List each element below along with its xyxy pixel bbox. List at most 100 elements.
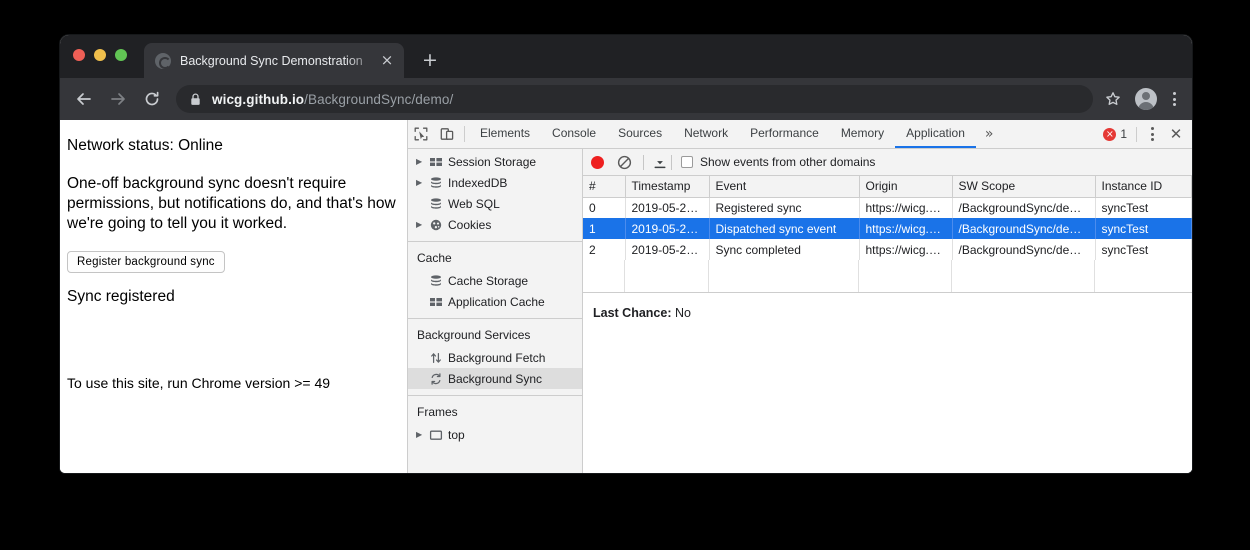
sidebar-item-cache-storage[interactable]: ▶ Cache Storage: [408, 270, 582, 291]
browser-menu-icon[interactable]: [1166, 92, 1182, 106]
spacer: [67, 273, 397, 287]
error-badge[interactable]: × 1: [1103, 127, 1127, 141]
sidebar-item-cookies[interactable]: ▶ Cookies: [408, 214, 582, 235]
table-row[interactable]: 2 2019-05-2… Sync completed https://wicg…: [583, 239, 1192, 260]
tab-sources[interactable]: Sources: [607, 120, 673, 148]
tab-application[interactable]: Application: [895, 120, 976, 148]
device-toolbar-icon[interactable]: [434, 120, 460, 148]
register-background-sync-button[interactable]: Register background sync: [67, 251, 225, 273]
divider: [464, 126, 465, 142]
cookie-icon: [429, 218, 448, 232]
navigation-bar: wicg.github.io/BackgroundSync/demo/: [60, 78, 1192, 120]
browser-window: Background Sync Demonstration × + wicg.g…: [60, 35, 1192, 473]
table-row[interactable]: 0 2019-05-2… Registered sync https://wic…: [583, 197, 1192, 218]
tab-memory[interactable]: Memory: [830, 120, 895, 148]
column-header-sw-scope[interactable]: SW Scope: [952, 176, 1095, 197]
application-sidebar: ▶ Session Storage ▶ IndexedDB: [408, 149, 583, 473]
chrome-version-footnote: To use this site, run Chrome version >= …: [67, 373, 397, 393]
cell-sw-scope: /BackgroundSync/de…: [952, 197, 1095, 218]
tab-network[interactable]: Network: [673, 120, 739, 148]
maximize-window-button[interactable]: [115, 49, 127, 61]
tab-title: Background Sync Demonstration: [180, 54, 379, 68]
browser-tab[interactable]: Background Sync Demonstration ×: [144, 43, 404, 78]
page-description: One-off background sync doesn't require …: [67, 174, 397, 234]
tab-console[interactable]: Console: [541, 120, 607, 148]
column-header-timestamp[interactable]: Timestamp: [625, 176, 709, 197]
globe-icon: [155, 53, 171, 69]
close-icon[interactable]: ×: [379, 53, 395, 69]
sidebar-item-indexeddb[interactable]: ▶ IndexedDB: [408, 172, 582, 193]
last-chance-label: Last Chance:: [593, 306, 672, 320]
sidebar-item-background-sync[interactable]: ▶ Background Sync: [408, 368, 582, 389]
record-button[interactable]: [591, 156, 604, 169]
devtools-panel: Elements Console Sources Network Perform…: [408, 120, 1192, 473]
inspect-element-icon[interactable]: [408, 120, 434, 148]
table-header: # Timestamp Event Origin SW Scope Instan…: [583, 176, 1192, 197]
divider: [671, 155, 672, 170]
error-count: 1: [1120, 127, 1127, 141]
chevron-placeholder-icon: ▶: [416, 353, 429, 362]
address-bar[interactable]: wicg.github.io/BackgroundSync/demo/: [176, 85, 1093, 113]
tab-strip: Background Sync Demonstration × +: [60, 35, 1192, 78]
sidebar-item-label: Cache Storage: [448, 274, 528, 288]
bookmark-star-icon[interactable]: [1101, 87, 1125, 111]
chevron-right-icon[interactable]: ▶: [416, 178, 429, 187]
table-row[interactable]: 1 2019-05-2… Dispatched sync event https…: [583, 218, 1192, 239]
close-window-button[interactable]: [73, 49, 85, 61]
url-path: /BackgroundSync/demo/: [304, 92, 453, 107]
devtools-menu-icon[interactable]: [1145, 127, 1159, 141]
sidebar-item-background-fetch[interactable]: ▶ Background Fetch: [408, 347, 582, 368]
url-text: wicg.github.io/BackgroundSync/demo/: [212, 92, 453, 107]
cell-origin: https://wicg.…: [859, 239, 952, 260]
cell-event: Sync completed: [709, 239, 859, 260]
column-header-index[interactable]: #: [583, 176, 625, 197]
more-tabs-icon[interactable]: »: [976, 120, 1003, 148]
show-other-domains-checkbox[interactable]: [681, 156, 693, 168]
chevron-right-icon[interactable]: ▶: [416, 220, 429, 229]
sync-refresh-icon: [429, 372, 448, 386]
sidebar-item-label: Session Storage: [448, 155, 536, 169]
avatar[interactable]: [1135, 88, 1157, 110]
new-tab-button[interactable]: +: [420, 51, 440, 71]
cell-instance-id: syncTest: [1095, 239, 1192, 260]
sidebar-item-session-storage[interactable]: ▶ Session Storage: [408, 151, 582, 172]
network-status-text: Network status: Online: [67, 136, 397, 156]
sidebar-section-background-services: Background Services: [408, 323, 582, 347]
back-arrow-icon[interactable]: [70, 85, 98, 113]
cell-origin: https://wicg.…: [859, 197, 952, 218]
show-other-domains-label: Show events from other domains: [700, 155, 875, 169]
divider: [408, 395, 582, 396]
sidebar-item-application-cache[interactable]: ▶ Application Cache: [408, 291, 582, 312]
column-header-event[interactable]: Event: [709, 176, 859, 197]
minimize-window-button[interactable]: [94, 49, 106, 61]
cell-index: 0: [583, 197, 625, 218]
database-icon: [429, 274, 448, 288]
forward-arrow-icon[interactable]: [104, 85, 132, 113]
last-chance-value: No: [675, 306, 691, 320]
table-header-row: # Timestamp Event Origin SW Scope Instan…: [583, 176, 1192, 197]
sidebar-section-cache: Cache: [408, 246, 582, 270]
column-header-origin[interactable]: Origin: [859, 176, 952, 197]
cell-instance-id: syncTest: [1095, 197, 1192, 218]
tab-elements[interactable]: Elements: [469, 120, 541, 148]
sidebar-item-web-sql[interactable]: ▶ Web SQL: [408, 193, 582, 214]
background-sync-events-table: # Timestamp Event Origin SW Scope Instan…: [583, 176, 1192, 260]
download-icon[interactable]: [653, 155, 667, 170]
cell-event: Dispatched sync event: [709, 218, 859, 239]
table-body: 0 2019-05-2… Registered sync https://wic…: [583, 197, 1192, 260]
close-devtools-icon[interactable]: ✕: [1168, 125, 1184, 143]
database-icon: [429, 197, 448, 211]
cell-sw-scope: /BackgroundSync/de…: [952, 218, 1095, 239]
table-icon: [429, 295, 448, 309]
column-header-instance-id[interactable]: Instance ID: [1095, 176, 1192, 197]
chevron-right-icon[interactable]: ▶: [416, 157, 429, 166]
clear-icon[interactable]: [617, 155, 632, 170]
sidebar-item-top-frame[interactable]: ▶ top: [408, 424, 582, 445]
devtools-tab-bar-right: × 1 ✕: [1103, 120, 1192, 148]
reload-icon[interactable]: [138, 85, 166, 113]
tab-performance[interactable]: Performance: [739, 120, 830, 148]
event-detail-pane: Last Chance: No: [583, 293, 1192, 473]
divider: [408, 318, 582, 319]
window-controls: [73, 49, 127, 61]
chevron-right-icon[interactable]: ▶: [416, 430, 429, 439]
